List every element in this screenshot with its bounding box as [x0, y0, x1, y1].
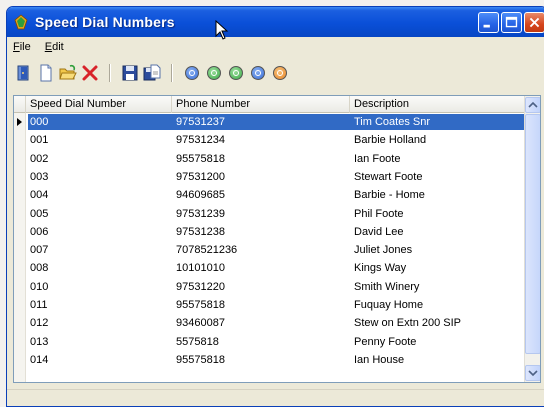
column-header-description[interactable]: Description: [350, 96, 526, 113]
description-cell[interactable]: Fuquay Home: [350, 296, 526, 314]
speed-dial-cell[interactable]: 008: [26, 259, 172, 277]
speed-dial-cell[interactable]: 002: [26, 150, 172, 168]
table-row[interactable]: 005 97531239 Phil Foote: [14, 205, 526, 223]
phone-number-cell[interactable]: 93460087: [172, 314, 350, 332]
minimize-icon: [479, 13, 498, 32]
chevron-up-icon: [528, 101, 538, 108]
scroll-up-button[interactable]: [525, 97, 540, 113]
column-header-phone[interactable]: Phone Number: [172, 96, 350, 113]
description-cell[interactable]: Penny Foote: [350, 333, 526, 351]
phone-number-cell[interactable]: 5575818: [172, 333, 350, 351]
speed-dial-cell[interactable]: 014: [26, 351, 172, 369]
description-cell[interactable]: David Lee: [350, 223, 526, 241]
menu-file[interactable]: File: [13, 41, 31, 53]
table-row[interactable]: 001 97531234 Barbie Holland: [14, 131, 526, 149]
minimize-button[interactable]: [478, 12, 499, 33]
menu-edit[interactable]: Edit: [45, 41, 64, 53]
description-cell[interactable]: Juliet Jones: [350, 241, 526, 259]
speed-dial-cell[interactable]: 011: [26, 296, 172, 314]
phone-number-cell[interactable]: 94609685: [172, 186, 350, 204]
phone-number-cell[interactable]: 10101010: [172, 259, 350, 277]
maximize-button[interactable]: [501, 12, 522, 33]
nav-refresh-icon[interactable]: [271, 64, 289, 82]
nav-first-icon[interactable]: [183, 64, 201, 82]
chevron-down-icon: [528, 370, 538, 377]
title-bar[interactable]: Speed Dial Numbers: [7, 7, 544, 40]
table-row[interactable]: 011 95575818 Fuquay Home: [14, 296, 526, 314]
description-cell[interactable]: Phil Foote: [350, 205, 526, 223]
speed-dial-cell[interactable]: 001: [26, 131, 172, 149]
app-window: Speed Dial Numbers File Edit Speed Dial …: [6, 6, 544, 407]
speed-dial-cell[interactable]: 005: [26, 205, 172, 223]
description-cell[interactable]: Barbie Holland: [350, 131, 526, 149]
toolbar: [7, 59, 544, 87]
delete-x-icon[interactable]: [81, 64, 99, 82]
table-row[interactable]: 000 97531237 Tim Coates Snr: [14, 113, 526, 131]
menu-bar: File Edit: [7, 37, 544, 57]
description-cell[interactable]: Kings Way: [350, 259, 526, 277]
table-row[interactable]: 010 97531220 Smith Winery: [14, 278, 526, 296]
table-row[interactable]: 014 95575818 Ian House: [14, 351, 526, 369]
exit-door-icon[interactable]: [15, 64, 33, 82]
phone-number-cell[interactable]: 95575818: [172, 351, 350, 369]
table-row[interactable]: 002 95575818 Ian Foote: [14, 150, 526, 168]
phone-number-cell[interactable]: 97531220: [172, 278, 350, 296]
toolbar-separator: [109, 64, 111, 82]
open-folder-icon[interactable]: [59, 64, 77, 82]
nav-next-icon[interactable]: [227, 64, 245, 82]
description-cell[interactable]: Tim Coates Snr: [350, 113, 526, 131]
scroll-down-button[interactable]: [525, 365, 540, 381]
row-indicator-header: [14, 96, 26, 113]
phone-number-cell[interactable]: 97531237: [172, 113, 350, 131]
speed-dial-cell[interactable]: 000: [26, 113, 172, 131]
description-cell[interactable]: Ian House: [350, 351, 526, 369]
close-button[interactable]: [524, 12, 544, 33]
table-row[interactable]: 003 97531200 Stewart Foote: [14, 168, 526, 186]
speed-dial-cell[interactable]: 013: [26, 333, 172, 351]
table-row[interactable]: 006 97531238 David Lee: [14, 223, 526, 241]
description-cell[interactable]: Ian Foote: [350, 150, 526, 168]
current-row-indicator-icon: [17, 118, 22, 126]
phone-number-cell[interactable]: 97531238: [172, 223, 350, 241]
nav-last-icon[interactable]: [249, 64, 267, 82]
new-document-icon[interactable]: [37, 64, 55, 82]
speed-dial-cell[interactable]: 006: [26, 223, 172, 241]
column-header-speed-dial[interactable]: Speed Dial Number: [26, 96, 172, 113]
nav-prev-icon[interactable]: [205, 64, 223, 82]
phone-number-cell[interactable]: 95575818: [172, 296, 350, 314]
speed-dial-cell[interactable]: 007: [26, 241, 172, 259]
description-cell[interactable]: Barbie - Home: [350, 186, 526, 204]
toolbar-separator: [171, 64, 173, 82]
table-row[interactable]: 004 94609685 Barbie - Home: [14, 186, 526, 204]
status-bar: [7, 389, 544, 406]
description-cell[interactable]: Stewart Foote: [350, 168, 526, 186]
speed-dial-cell[interactable]: 003: [26, 168, 172, 186]
speed-dial-cell[interactable]: 004: [26, 186, 172, 204]
app-icon: [13, 14, 29, 30]
scroll-thumb[interactable]: [525, 114, 540, 354]
description-cell[interactable]: Stew on Extn 200 SIP: [350, 314, 526, 332]
save-disk-icon[interactable]: [121, 64, 139, 82]
speed-dial-cell[interactable]: 012: [26, 314, 172, 332]
description-cell[interactable]: Smith Winery: [350, 278, 526, 296]
table-row[interactable]: 007 7078521236 Juliet Jones: [14, 241, 526, 259]
table-row[interactable]: 008 10101010 Kings Way: [14, 259, 526, 277]
table-row[interactable]: 013 5575818 Penny Foote: [14, 333, 526, 351]
close-icon: [525, 13, 544, 32]
speed-dial-grid[interactable]: Speed Dial Number Phone Number Descripti…: [13, 95, 541, 383]
save-as-icon[interactable]: [143, 64, 161, 82]
phone-number-cell[interactable]: 95575818: [172, 150, 350, 168]
phone-number-cell[interactable]: 97531200: [172, 168, 350, 186]
phone-number-cell[interactable]: 7078521236: [172, 241, 350, 259]
table-row[interactable]: 012 93460087 Stew on Extn 200 SIP: [14, 314, 526, 332]
vertical-scrollbar[interactable]: [524, 96, 540, 382]
window-title: Speed Dial Numbers: [35, 14, 175, 30]
phone-number-cell[interactable]: 97531239: [172, 205, 350, 223]
maximize-icon: [502, 13, 521, 32]
speed-dial-cell[interactable]: 010: [26, 278, 172, 296]
phone-number-cell[interactable]: 97531234: [172, 131, 350, 149]
grid-header: Speed Dial Number Phone Number Descripti…: [14, 96, 526, 113]
